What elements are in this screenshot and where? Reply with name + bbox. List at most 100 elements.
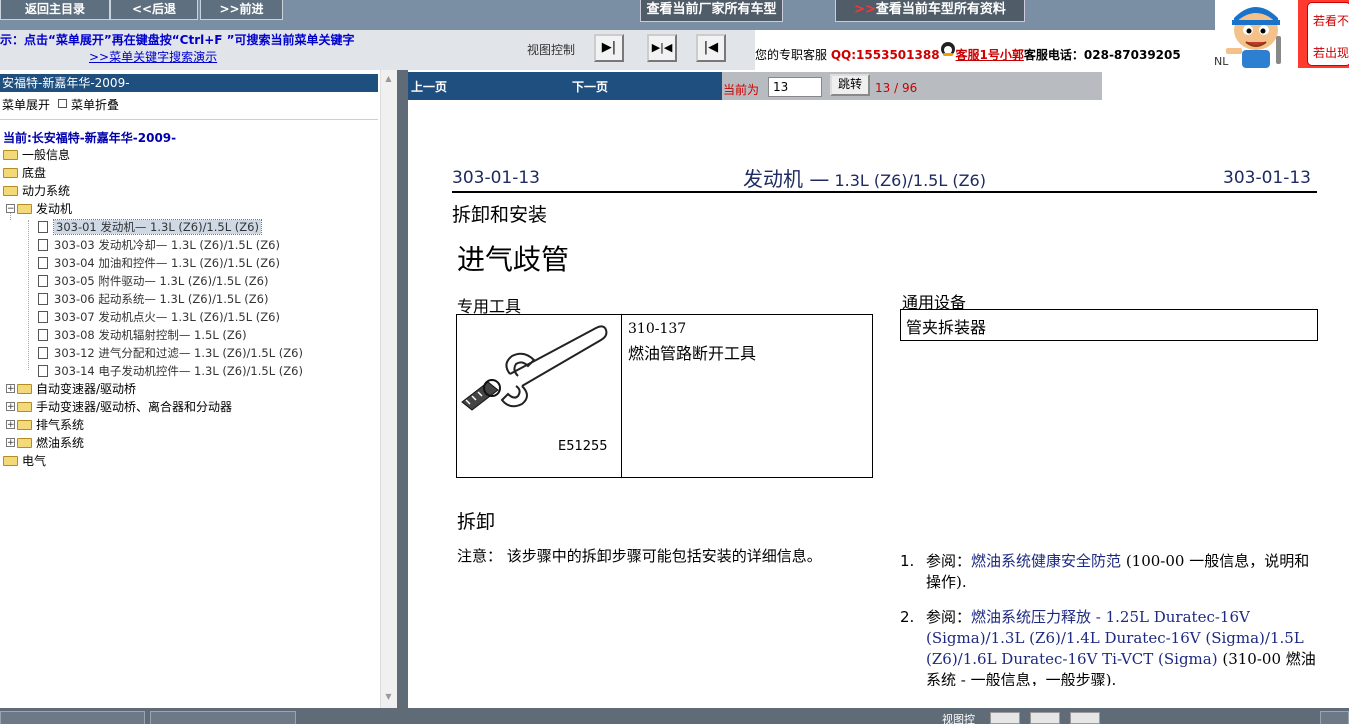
menu-expand-button[interactable]: 菜单展开: [2, 98, 50, 112]
tree-item-303-03[interactable]: 303-03 发动机冷却— 1.3L (Z6)/1.5L (Z6): [38, 236, 280, 254]
tree-item-engine[interactable]: − 发动机: [6, 200, 72, 218]
all-models-button[interactable]: 查看当前厂家所有车型: [640, 0, 783, 22]
tree-item-electrical[interactable]: 电气: [3, 452, 46, 470]
all-docs-button[interactable]: >>查看当前车型所有资料: [835, 0, 1025, 22]
tree-item-label: 一般信息: [22, 148, 71, 162]
bottom-view-button[interactable]: [1030, 712, 1060, 724]
bottom-view-button[interactable]: [990, 712, 1020, 724]
tree-item-label: 303-06 起动系统— 1.3L (Z6)/1.5L (Z6): [54, 292, 269, 306]
tree-guide: [28, 220, 29, 370]
folder-icon: [3, 167, 18, 178]
tree-item-label: 303-08 发动机辐射控制— 1.5L (Z6): [54, 328, 247, 342]
tool-code: 310-137: [628, 321, 687, 337]
tree-expand-controls: 菜单展开 菜单折叠: [2, 96, 119, 113]
folder-icon: [3, 149, 18, 160]
document-icon: [38, 328, 48, 341]
view-split-button[interactable]: ▶|◀: [647, 34, 677, 62]
page-count: 13 / 96: [875, 81, 918, 95]
arrows-inward-icon: ▶|◀: [651, 41, 673, 54]
scroll-up-icon[interactable]: ▲: [382, 72, 395, 86]
menu-collapse-button[interactable]: 菜单折叠: [71, 98, 119, 112]
tree-item-label: 手动变速器/驱动桥、离合器和分动器: [36, 400, 233, 414]
tree-item-label: 电气: [22, 454, 47, 468]
tree-item-label: 底盘: [22, 166, 47, 180]
tree-item-label: 动力系统: [22, 184, 71, 198]
jump-button[interactable]: 跳转: [830, 74, 870, 96]
step-body: 参阅：燃油系统健康安全防范 (100-00 一般信息，说明和操作).: [926, 551, 1316, 593]
agent-link[interactable]: 客服1号小郭: [956, 48, 1024, 62]
forward-button[interactable]: >>前进: [200, 0, 283, 20]
search-demo-link[interactable]: >>菜单关键字搜索演示: [89, 48, 217, 65]
tree-item-auto-transmission[interactable]: + 自动变速器/驱动桥: [6, 380, 136, 398]
tree-item-exhaust[interactable]: + 排气系统: [6, 416, 84, 434]
table-divider: [621, 314, 622, 478]
tree-item-label: 303-12 进气分配和过滤— 1.3L (Z6)/1.5L (Z6): [54, 346, 303, 360]
tree-item-label: 燃油系统: [36, 436, 85, 450]
tree-item-303-06[interactable]: 303-06 起动系统— 1.3L (Z6)/1.5L (Z6): [38, 290, 268, 308]
qq-link[interactable]: QQ:1553501388: [831, 48, 940, 62]
step-number: 1.: [900, 552, 915, 570]
bottom-button[interactable]: [150, 711, 296, 724]
step-body: 参阅：燃油系统压力释放 - 1.25L Duratec-16V (Sigma)/…: [926, 607, 1316, 691]
back-button[interactable]: <<后退: [110, 0, 198, 20]
prev-page-link[interactable]: 上一页: [411, 78, 447, 95]
view-expand-left-button[interactable]: |◀: [696, 34, 726, 62]
view-expand-right-button[interactable]: ▶|: [594, 34, 624, 62]
expand-plus-icon[interactable]: +: [6, 384, 15, 394]
current-path-label: 当前:长安福特-新嘉年华-2009-: [3, 131, 177, 145]
all-docs-label: 查看当前车型所有资料: [875, 2, 1006, 17]
arrow-left-bar-icon: |◀: [703, 40, 719, 55]
document-icon: [38, 238, 48, 251]
section-title: 拆卸和安装: [452, 204, 548, 226]
penguin-icon: [940, 42, 955, 56]
next-page-link[interactable]: 下一页: [572, 78, 608, 95]
procedure-step: 2. 参阅：燃油系统压力释放 - 1.25L Duratec-16V (Sigm…: [900, 607, 1316, 689]
tree-item-303-04[interactable]: 303-04 加油和控件— 1.3L (Z6)/1.5L (Z6): [38, 254, 280, 272]
tree-item-powertrain[interactable]: 动力系统: [3, 182, 70, 200]
step-prefix: 参阅：: [926, 552, 972, 570]
tree-item-303-12[interactable]: 303-12 进气分配和过滤— 1.3L (Z6)/1.5L (Z6): [38, 344, 303, 362]
tree-item-label: 303-01 发动机— 1.3L (Z6)/1.5L (Z6): [53, 219, 262, 235]
tree-item-303-01[interactable]: 303-01 发动机— 1.3L (Z6)/1.5L (Z6): [38, 218, 262, 236]
step-reference-link[interactable]: 燃油系统健康安全防范: [971, 552, 1121, 570]
folder-icon: [17, 437, 32, 448]
service-prefix: 您的专职客服: [755, 48, 828, 62]
tree-item-303-07[interactable]: 303-07 发动机点火— 1.3L (Z6)/1.5L (Z6): [38, 308, 280, 326]
tree-item-label: 自动变速器/驱动桥: [36, 382, 137, 396]
side-ad-line1: 若看不: [1313, 14, 1349, 28]
collapse-minus-icon[interactable]: −: [6, 204, 15, 214]
bottom-button[interactable]: [1320, 711, 1349, 724]
document-icon: [38, 310, 48, 323]
procedure-step: 1. 参阅：燃油系统健康安全防范 (100-00 一般信息，说明和操作).: [900, 551, 1315, 595]
panel-splitter[interactable]: [397, 70, 408, 708]
document-icon: [38, 346, 48, 359]
expand-plus-icon[interactable]: +: [6, 420, 15, 430]
tree-item-general-info[interactable]: 一般信息: [3, 146, 70, 164]
doc-header-main: 发动机 —: [743, 167, 830, 191]
expand-plus-icon[interactable]: +: [6, 438, 15, 448]
step-prefix: 参阅：: [926, 608, 972, 626]
bottom-view-button[interactable]: [1070, 712, 1100, 724]
tree-scrollbar[interactable]: [380, 70, 398, 708]
tree-item-label: 303-03 发动机冷却— 1.3L (Z6)/1.5L (Z6): [54, 238, 280, 252]
doc-header-sub: 1.3L (Z6)/1.5L (Z6): [829, 171, 986, 190]
tree-item-303-14[interactable]: 303-14 电子发动机控件— 1.3L (Z6)/1.5L (Z6): [38, 362, 303, 380]
tree-item-303-05[interactable]: 303-05 附件驱动— 1.3L (Z6)/1.5L (Z6): [38, 272, 268, 290]
tree-item-manual-transmission[interactable]: + 手动变速器/驱动桥、离合器和分动器: [6, 398, 232, 416]
document-icon: [38, 256, 48, 269]
scroll-down-icon[interactable]: ▼: [382, 690, 395, 704]
tree-item-fuel[interactable]: + 燃油系统: [6, 434, 84, 452]
page-number-input[interactable]: [768, 77, 822, 97]
home-button[interactable]: 返回主目录: [0, 0, 110, 20]
expand-plus-icon[interactable]: +: [6, 402, 15, 412]
tree-item-303-08[interactable]: 303-08 发动机辐射控制— 1.5L (Z6): [38, 326, 247, 344]
doc-header-left: 303-01-13: [452, 168, 540, 188]
tree-item-chassis[interactable]: 底盘: [3, 164, 46, 182]
view-control-label: 视图控制: [527, 43, 576, 57]
folder-open-icon: [17, 203, 32, 214]
bottom-button[interactable]: [0, 711, 145, 724]
tool-image-label: E51255: [558, 439, 608, 454]
note-text: 该步骤中的拆卸步骤可能包括安装的详细信息。: [502, 547, 822, 565]
square-icon: [58, 99, 68, 108]
mascot-icon: [1226, 7, 1281, 68]
